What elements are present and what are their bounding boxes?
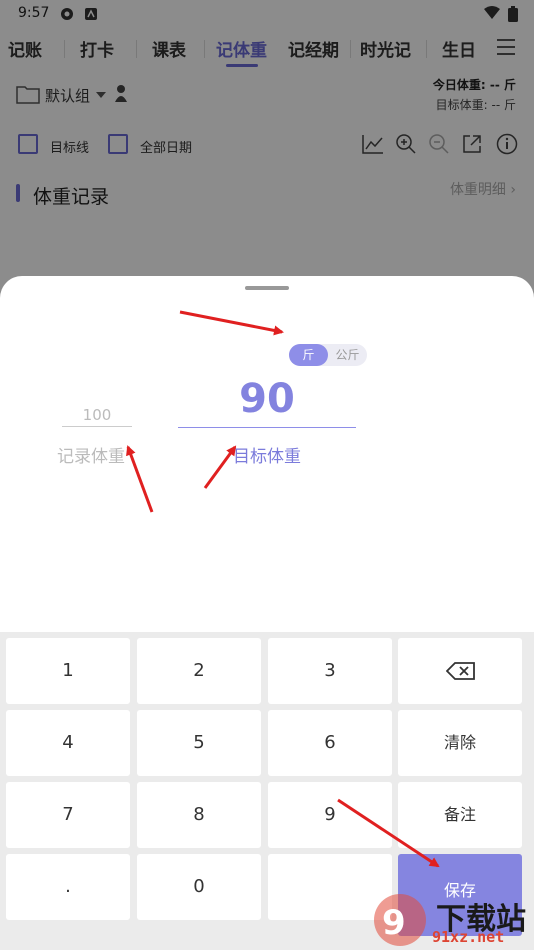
backspace-icon — [446, 662, 475, 680]
group-toolbar: 默认组 今日体重: -- 斤 目标体重: -- 斤 — [0, 68, 534, 124]
today-weight: 今日体重: -- 斤 — [432, 78, 516, 92]
unit-jin-option[interactable]: 斤 — [289, 344, 328, 366]
tab-period[interactable]: 记经期 — [288, 36, 339, 61]
section-title: 体重记录 — [33, 186, 110, 208]
section-marker — [16, 184, 20, 202]
clear-key[interactable]: 清除 — [398, 710, 522, 776]
settings-status-icon — [61, 8, 73, 20]
weight-record-section: 体重记录 体重明细 › — [0, 168, 534, 278]
key-7[interactable]: 7 — [6, 782, 130, 848]
export-icon[interactable] — [462, 134, 482, 154]
record-weight-label: 记录体重 — [57, 447, 125, 467]
weight-detail-link[interactable]: 体重明细 › — [450, 179, 516, 199]
battery-icon — [508, 6, 518, 22]
key-9[interactable]: 9 — [268, 782, 392, 848]
tab-divider — [64, 40, 65, 58]
target-line-label: 目标线 — [50, 141, 90, 156]
key-6[interactable]: 6 — [268, 710, 392, 776]
line-chart-icon[interactable] — [362, 134, 384, 154]
tab-bookkeeping[interactable]: 记账 — [8, 36, 42, 61]
key-dot[interactable]: . — [6, 854, 130, 920]
group-selector[interactable]: 默认组 — [45, 85, 90, 106]
caret-down-icon[interactable] — [96, 92, 106, 98]
active-tab-indicator — [226, 64, 258, 67]
person-icon[interactable] — [114, 84, 128, 102]
key-2[interactable]: 2 — [137, 638, 261, 704]
status-bar: 9:57 — [0, 0, 534, 30]
folder-icon — [16, 86, 40, 104]
key-4[interactable]: 4 — [6, 710, 130, 776]
all-dates-checkbox[interactable] — [108, 134, 128, 154]
svg-text:9: 9 — [382, 903, 406, 943]
note-key[interactable]: 备注 — [398, 782, 522, 848]
tab-divider — [136, 40, 137, 58]
unit-kg-option[interactable]: 公斤 — [328, 344, 367, 366]
target-weight-summary: 目标体重: -- 斤 — [435, 98, 516, 112]
wifi-icon — [484, 6, 500, 19]
sheet-drag-handle[interactable] — [245, 286, 289, 290]
tab-divider — [426, 40, 427, 58]
target-line-checkbox[interactable] — [18, 134, 38, 154]
info-icon[interactable] — [496, 133, 518, 155]
watermark-url: 91xz.net — [432, 928, 505, 946]
key-0[interactable]: 0 — [137, 854, 261, 920]
tab-schedule[interactable]: 课表 — [152, 36, 186, 61]
key-8[interactable]: 8 — [137, 782, 261, 848]
backspace-key[interactable] — [398, 638, 522, 704]
zoom-out-icon[interactable] — [428, 133, 450, 155]
unit-toggle: 斤 公斤 — [289, 344, 367, 366]
status-time: 9:57 — [18, 5, 50, 21]
key-1[interactable]: 1 — [6, 638, 130, 704]
tab-time-diary[interactable]: 时光记 — [360, 36, 411, 61]
app-status-icon — [85, 8, 97, 20]
tab-bar: 记账 打卡 课表 记体重 记经期 时光记 生日 — [0, 30, 534, 68]
all-dates-label: 全部日期 — [140, 141, 193, 156]
key-3[interactable]: 3 — [268, 638, 392, 704]
menu-icon[interactable] — [496, 38, 516, 56]
tab-divider — [204, 40, 205, 58]
target-weight-label: 目标体重 — [233, 447, 301, 467]
zoom-in-icon[interactable] — [395, 133, 417, 155]
tab-weight[interactable]: 记体重 — [216, 36, 267, 61]
tab-checkin[interactable]: 打卡 — [80, 36, 114, 61]
record-weight-value[interactable]: 100 — [62, 406, 132, 427]
tab-divider — [350, 40, 351, 58]
tab-birthday[interactable]: 生日 — [442, 36, 476, 61]
chart-toolbar: 目标线 全部日期 — [0, 124, 534, 168]
target-weight-value[interactable]: 90 — [178, 376, 356, 428]
key-5[interactable]: 5 — [137, 710, 261, 776]
